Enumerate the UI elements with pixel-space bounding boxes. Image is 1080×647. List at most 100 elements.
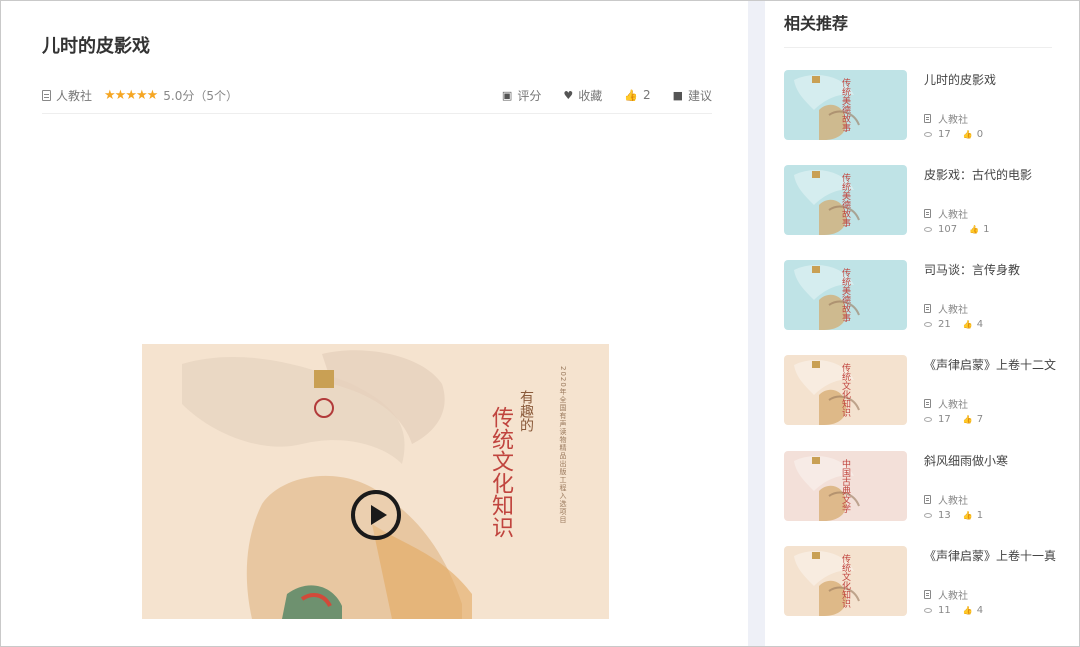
rate-button[interactable]: ▣ 评分 [502, 87, 541, 104]
recommend-publisher: 人教社 [924, 206, 968, 221]
recommend-item[interactable]: 传统美德故事 司马谈：言传身教人教社 21 👍 4 [784, 260, 1064, 332]
recommend-title[interactable]: 司马谈：言传身教 [924, 261, 1020, 278]
like-count: 4 [976, 605, 984, 616]
recommend-thumbnail[interactable]: 中国古典文学 [784, 451, 907, 521]
cover-side-text: 2020年全国有声读物精品出版工程入选项目 [559, 366, 567, 524]
alert-icon: ■ [672, 88, 683, 102]
eye-icon [924, 132, 932, 137]
document-icon [924, 304, 931, 313]
thumbs-up-icon: 👍 [969, 225, 980, 234]
video-player[interactable]: 有趣的 传统文化知识 2020年全国有声读物精品出版工程入选项目 [142, 344, 609, 619]
view-count: 107 [938, 224, 958, 235]
meta-left: 人教社 ★★★★★ 5.0分（5个） [42, 87, 238, 104]
recommend-publisher: 人教社 [924, 396, 968, 411]
cover-title: 传统文化知识 [488, 406, 513, 538]
recommend-stats: 17 👍 7 [924, 414, 983, 425]
eye-icon [924, 227, 932, 232]
recommend-stats: 11 👍 4 [924, 605, 983, 616]
recommend-thumbnail[interactable]: 传统美德故事 [784, 260, 907, 330]
recommend-publisher: 人教社 [924, 111, 968, 126]
recommend-stats: 21 👍 4 [924, 319, 983, 330]
view-count: 13 [938, 510, 951, 521]
document-icon [42, 89, 51, 101]
publisher-name: 人教社 [56, 88, 93, 103]
publisher-name: 人教社 [938, 591, 968, 602]
eye-icon [924, 608, 932, 613]
thumbnail-title: 传统文化知识 [840, 363, 850, 417]
view-count: 11 [938, 605, 951, 616]
like-count: 7 [976, 414, 984, 425]
document-icon [924, 590, 931, 599]
publisher-name: 人教社 [938, 305, 968, 316]
recommend-item[interactable]: 传统文化知识 《声律启蒙》上卷十一真人教社 11 👍 4 [784, 546, 1064, 618]
heart-icon: ♥ [563, 88, 574, 102]
suggest-label: 建议 [687, 88, 712, 103]
sidebar-title: 相关推荐 [784, 14, 849, 33]
recommend-thumbnail[interactable]: 传统文化知识 [784, 355, 907, 425]
video-cover-art [142, 344, 609, 619]
view-count: 17 [938, 129, 951, 140]
eye-icon [924, 417, 932, 422]
recommend-thumbnail[interactable]: 传统文化知识 [784, 546, 907, 616]
publisher: 人教社 [42, 87, 92, 104]
recommend-title[interactable]: 斜风细雨做小寒 [924, 452, 1008, 469]
rate-label: 评分 [517, 88, 542, 103]
thumbnail-title: 传统美德故事 [840, 173, 850, 227]
play-button[interactable] [351, 490, 401, 540]
page-title: 儿时的皮影戏 [42, 36, 150, 57]
thumbs-up-icon: 👍 [962, 415, 973, 424]
like-count: 2 [642, 88, 651, 102]
document-icon [924, 209, 931, 218]
recommend-thumbnail[interactable]: 传统美德故事 [784, 70, 907, 140]
like-button[interactable]: 👍 2 [624, 88, 650, 102]
document-icon [924, 495, 931, 504]
favorite-button[interactable]: ♥ 收藏 [563, 87, 602, 104]
main-content: 儿时的皮影戏 人教社 ★★★★★ 5.0分（5个） ▣ 评分 ♥ 收藏 👍 2 [0, 0, 748, 647]
recommend-item[interactable]: 传统美德故事 儿时的皮影戏人教社 17 👍 0 [784, 70, 1064, 142]
recommend-item[interactable]: 中国古典文学 斜风细雨做小寒人教社 13 👍 1 [784, 451, 1064, 523]
thumbnail-title: 传统文化知识 [840, 554, 850, 608]
recommend-stats: 17 👍 0 [924, 129, 983, 140]
thumbs-up-icon: 👍 [962, 606, 973, 615]
header-divider [42, 113, 712, 114]
recommend-thumbnail[interactable]: 传统美德故事 [784, 165, 907, 235]
publisher-name: 人教社 [938, 496, 968, 507]
publisher-name: 人教社 [938, 115, 968, 126]
recommend-publisher: 人教社 [924, 492, 968, 507]
thumbs-up-icon: 👍 [962, 320, 973, 329]
thumbnail-title: 中国古典文学 [840, 459, 850, 513]
like-count: 1 [976, 510, 984, 521]
recommend-stats: 107 👍 1 [924, 224, 989, 235]
recommend-title[interactable]: 《声律启蒙》上卷十一真 [924, 547, 1056, 564]
thumbs-up-icon: 👍 [962, 130, 973, 139]
publisher-name: 人教社 [938, 210, 968, 221]
thumbnail-title: 传统美德故事 [840, 78, 850, 132]
recommend-publisher: 人教社 [924, 301, 968, 316]
document-icon [924, 399, 931, 408]
view-count: 21 [938, 319, 951, 330]
column-gap [748, 0, 765, 647]
cover-subtitle: 有趣的 [518, 390, 534, 432]
document-icon [924, 114, 931, 123]
like-count: 4 [976, 319, 984, 330]
view-count: 17 [938, 414, 951, 425]
favorite-label: 收藏 [578, 88, 603, 103]
recommend-item[interactable]: 传统美德故事 皮影戏：古代的电影 人教社 107 👍 1 [784, 165, 1064, 237]
rating-score: 5.0分（5个） [163, 88, 239, 103]
thumbs-up-icon: 👍 [962, 511, 973, 520]
thumbnail-title: 传统美德故事 [840, 268, 850, 322]
recommend-publisher: 人教社 [924, 587, 968, 602]
like-count: 0 [976, 129, 984, 140]
eye-icon [924, 513, 932, 518]
eye-icon [924, 322, 932, 327]
recommend-title[interactable]: 儿时的皮影戏 [924, 71, 996, 88]
suggest-button[interactable]: ■ 建议 [673, 87, 712, 104]
publisher-name: 人教社 [938, 400, 968, 411]
recommend-item[interactable]: 传统文化知识 《声律启蒙》上卷十二文人教社 17 👍 7 [784, 355, 1064, 427]
meta-actions: ▣ 评分 ♥ 收藏 👍 2 ■ 建议 [480, 87, 712, 104]
comment-icon: ▣ [501, 88, 513, 102]
recommend-title[interactable]: 《声律启蒙》上卷十二文 [924, 356, 1056, 373]
meta-bar: 人教社 ★★★★★ 5.0分（5个） ▣ 评分 ♥ 收藏 👍 2 ■ 建议 [42, 84, 712, 106]
play-icon [370, 505, 387, 525]
recommend-title[interactable]: 皮影戏：古代的电影 [924, 166, 1032, 183]
